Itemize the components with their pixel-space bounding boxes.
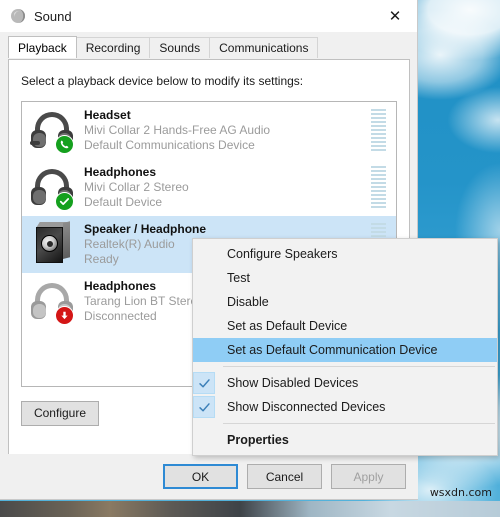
device-name: Headphones	[84, 165, 157, 179]
menu-item-properties[interactable]: Properties	[193, 428, 497, 452]
configure-button[interactable]: Confi g ure	[21, 400, 99, 426]
menu-item-show-disconnected-devices[interactable]: Show Disconnected Devices	[193, 395, 497, 419]
green-phone-badge	[55, 134, 74, 154]
headphones-icon	[30, 165, 76, 211]
watermark-text: wsxdn.com	[429, 486, 492, 499]
device-description: Mivi Collar 2 Hands-Free AG Audio	[84, 123, 271, 137]
headphones-disabled-icon	[30, 279, 76, 325]
menu-item-configure-speakers[interactable]: Configure Speakers	[193, 242, 497, 266]
apply-button: Apply	[331, 464, 406, 489]
device-row-headphones-mivi[interactable]: Headphones Mivi Collar 2 Stereo Default …	[22, 159, 396, 216]
tab-communications[interactable]: Communications	[209, 37, 319, 58]
menu-item-label: Show Disconnected Devices	[227, 400, 386, 414]
device-status: Default Communications Device	[84, 138, 255, 152]
check-icon	[193, 396, 215, 418]
tab-sounds[interactable]: Sounds	[149, 37, 211, 58]
configure-accel-key: g	[61, 406, 69, 420]
dialog-footer: OK Cancel Apply	[0, 454, 418, 499]
device-row-headset[interactable]: Headset Mivi Collar 2 Hands-Free AG Audi…	[22, 102, 396, 159]
menu-item-set-default-communication-device[interactable]: Set as Default Communication Device	[193, 338, 497, 362]
menu-separator	[223, 423, 495, 424]
device-text-block: Headset Mivi Collar 2 Hands-Free AG Audi…	[84, 108, 371, 153]
sound-speaker-icon	[10, 8, 26, 24]
device-description: Mivi Collar 2 Stereo	[84, 180, 189, 194]
menu-separator	[223, 366, 495, 367]
menu-item-label: Show Disabled Devices	[227, 376, 359, 390]
desktop-bottom-strip	[0, 501, 500, 517]
level-meter	[371, 165, 386, 210]
ok-button[interactable]: OK	[163, 464, 238, 489]
check-icon	[193, 372, 215, 394]
headset-icon	[30, 108, 76, 154]
green-check-badge	[55, 191, 74, 211]
menu-item-test[interactable]: Test	[193, 266, 497, 290]
speaker-icon	[30, 220, 76, 268]
menu-item-set-default-device[interactable]: Set as Default Device	[193, 314, 497, 338]
device-name: Headset	[84, 108, 131, 122]
menu-item-disable[interactable]: Disable	[193, 290, 497, 314]
device-name: Speaker / Headphone	[84, 222, 207, 236]
tab-strip: Playback Recording Sounds Communications	[8, 36, 409, 58]
cancel-button[interactable]: Cancel	[247, 464, 322, 489]
instruction-text: Select a playback device below to modify…	[21, 74, 304, 88]
level-meter	[371, 108, 386, 153]
device-context-menu: Configure Speakers Test Disable Set as D…	[192, 238, 498, 456]
menu-item-show-disabled-devices[interactable]: Show Disabled Devices	[193, 371, 497, 395]
tab-recording[interactable]: Recording	[75, 37, 151, 58]
tab-playback[interactable]: Playback	[8, 36, 77, 58]
configure-label-part2: ure	[68, 406, 87, 420]
device-status: Default Device	[84, 195, 163, 209]
configure-label-part1: Confi	[33, 406, 62, 420]
title-bar: Sound ✕	[0, 0, 417, 32]
window-title: Sound	[34, 8, 72, 24]
red-down-arrow-badge	[55, 305, 74, 325]
device-text-block: Headphones Mivi Collar 2 Stereo Default …	[84, 165, 371, 210]
close-icon[interactable]: ✕	[373, 0, 417, 32]
